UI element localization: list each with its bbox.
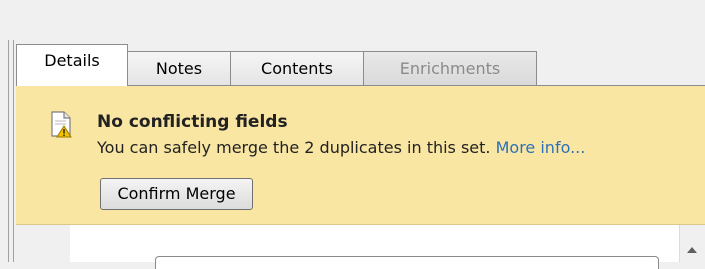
tab-notes-label: Notes [155,59,203,78]
tab-details[interactable]: Details [16,44,128,86]
scroll-up-arrow-icon[interactable] [687,247,697,253]
confirm-merge-button[interactable]: Confirm Merge [100,178,253,210]
tab-details-label: Details [44,51,100,70]
field-input[interactable] [155,256,659,269]
banner-message: You can safely merge the 2 duplicates in… [97,138,491,157]
more-info-link[interactable]: More info... [496,138,586,157]
banner-message-line: You can safely merge the 2 duplicates in… [97,138,585,157]
window-frame-left [8,40,14,262]
tab-strip: Details Notes Contents Enrichments [16,36,705,86]
tab-enrichments-label: Enrichments [399,59,501,78]
document-warning-icon [49,110,73,138]
merge-info-banner: No conflicting fields You can safely mer… [16,86,705,225]
banner-title: No conflicting fields [97,112,288,132]
tab-contents-label: Contents [261,59,333,78]
tab-contents[interactable]: Contents [230,51,364,85]
tab-notes[interactable]: Notes [127,51,231,85]
vertical-scrollbar[interactable] [679,225,705,262]
tab-enrichments: Enrichments [363,51,537,85]
